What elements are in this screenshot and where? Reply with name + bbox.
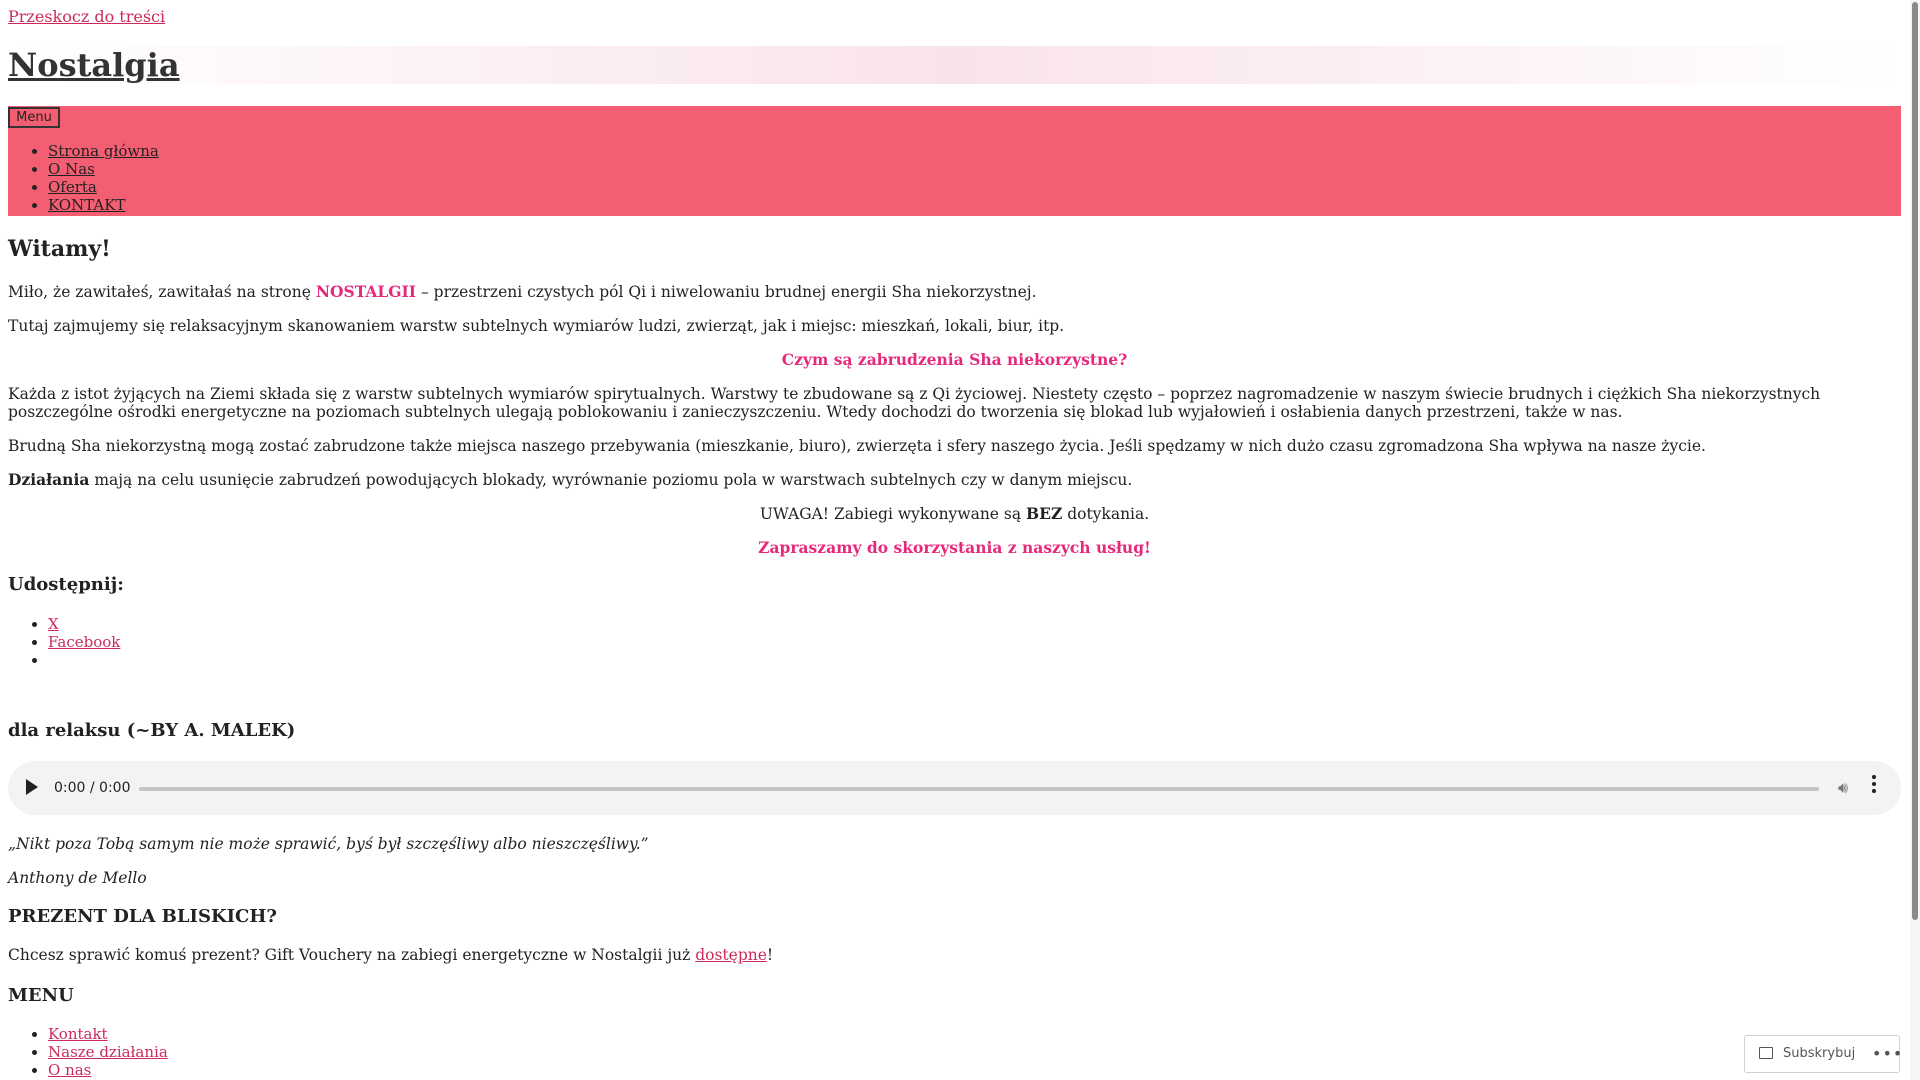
subscribe-button[interactable]: Subskrybuj bbox=[1783, 1046, 1855, 1061]
quote-author: Anthony de Mello bbox=[8, 869, 147, 887]
places-paragraph: Brudną Sha niekorzystną mogą zostać zabr… bbox=[8, 437, 1706, 455]
nav-list: Strona główna O Nas Oferta KONTAKT bbox=[8, 142, 159, 214]
header-banner bbox=[8, 46, 1901, 84]
share-facebook-link[interactable]: Facebook bbox=[48, 633, 120, 651]
nav-item-about: O Nas bbox=[48, 160, 159, 178]
gift-heading: PREZENT DLA BLISKICH? bbox=[8, 906, 277, 927]
share-list: X Facebook bbox=[8, 615, 120, 669]
page-title: Witamy! bbox=[8, 236, 111, 262]
skip-to-content-link[interactable]: Przeskocz do treści bbox=[8, 7, 165, 26]
more-options-icon[interactable] bbox=[1871, 775, 1877, 796]
explanation-paragraph: Każda z istot żyjących na Ziemi składa s… bbox=[8, 385, 1821, 421]
audio-progress-track[interactable] bbox=[139, 787, 1819, 791]
invite-text: Zapraszamy do skorzystania z naszych usł… bbox=[758, 538, 1151, 557]
footer-menu-heading: MENU bbox=[8, 985, 74, 1006]
warning-text-end: dotykania. bbox=[1062, 505, 1150, 523]
footer-link-actions[interactable]: Nasze działania bbox=[48, 1043, 168, 1061]
intro-paragraph: Miło, że zawitałeś, zawitałaś na stronę … bbox=[8, 282, 1901, 302]
site-title: Nostalgia bbox=[8, 46, 180, 84]
warning-text: UWAGA! Zabiegi wykonywane są bbox=[759, 505, 1027, 523]
brand-highlight: NOSTALGII bbox=[315, 282, 417, 301]
subscribe-bar: Subskrybuj ••• bbox=[1744, 1035, 1903, 1073]
nav-link-offer[interactable]: Oferta bbox=[48, 178, 97, 196]
nav-link-about[interactable]: O Nas bbox=[48, 160, 95, 178]
nav-item-contact: KONTAKT bbox=[48, 196, 159, 214]
footer-link-contact[interactable]: Kontakt bbox=[48, 1025, 108, 1043]
share-item-facebook: Facebook bbox=[48, 633, 120, 651]
question-heading: Czym są zabrudzenia Sha niekorzystne? bbox=[781, 350, 1128, 369]
footer-menu-item-about: O nas bbox=[48, 1061, 168, 1079]
footer-menu-list: Kontakt Nasze działania O nas bbox=[8, 1025, 168, 1079]
actions-bold: Działania bbox=[8, 470, 90, 489]
nav-item-offer: Oferta bbox=[48, 178, 159, 196]
gift-paragraph: Chcesz sprawić komuś prezent? Gift Vouch… bbox=[8, 946, 1901, 964]
share-x-link[interactable]: X bbox=[48, 615, 59, 633]
audio-time: 0:00 / 0:00 bbox=[54, 780, 131, 796]
warning-paragraph: UWAGA! Zabiegi wykonywane są BEZ dotykan… bbox=[8, 504, 1901, 524]
menu-toggle-button[interactable]: Menu bbox=[8, 107, 60, 128]
site-title-link[interactable]: Nostalgia bbox=[8, 46, 180, 84]
main-navigation: Menu Strona główna O Nas Oferta KONTAKT bbox=[8, 106, 1901, 216]
actions-text: mają na celu usunięcie zabrudzeń powoduj… bbox=[89, 471, 1133, 489]
share-heading: Udostępnij: bbox=[8, 574, 124, 595]
play-icon[interactable] bbox=[26, 779, 38, 795]
gift-text-end: ! bbox=[766, 946, 774, 964]
footer-menu-item-contact: Kontakt bbox=[48, 1025, 168, 1043]
footer-link-about[interactable]: O nas bbox=[48, 1061, 91, 1079]
warning-bold: BEZ bbox=[1026, 504, 1063, 523]
footer-menu-item-actions: Nasze działania bbox=[48, 1043, 168, 1061]
intro-text-end: – przestrzeni czystych pól Qi i niwelowa… bbox=[416, 283, 1037, 301]
nav-item-home: Strona główna bbox=[48, 142, 159, 160]
quote-text: „Nikt poza Tobą samym nie może sprawić, … bbox=[8, 835, 649, 853]
actions-paragraph: Działania mają na celu usunięcie zabrudz… bbox=[8, 470, 1901, 490]
reader-icon bbox=[1759, 1047, 1773, 1059]
nav-link-contact[interactable]: KONTAKT bbox=[48, 196, 125, 214]
volume-icon[interactable]: 🔊︎ bbox=[1838, 779, 1848, 797]
gift-available-link[interactable]: dostępne bbox=[695, 946, 767, 964]
gift-text: Chcesz sprawić komuś prezent? Gift Vouch… bbox=[8, 946, 696, 964]
intro-text: Miło, że zawitałeś, zawitałaś na stronę bbox=[8, 283, 316, 301]
nav-link-home[interactable]: Strona główna bbox=[48, 142, 159, 160]
relax-widget-title: dla relaksu (~BY A. MALEK) bbox=[8, 720, 296, 741]
share-item-empty bbox=[48, 651, 120, 669]
scan-paragraph: Tutaj zajmujemy się relaksacyjnym skanow… bbox=[8, 317, 1065, 335]
more-icon[interactable]: ••• bbox=[1872, 1044, 1903, 1063]
audio-player: 0:00 / 0:00 🔊︎ bbox=[8, 761, 1901, 815]
share-item-x: X bbox=[48, 615, 120, 633]
scrollbar-thumb[interactable] bbox=[1912, 2, 1918, 920]
